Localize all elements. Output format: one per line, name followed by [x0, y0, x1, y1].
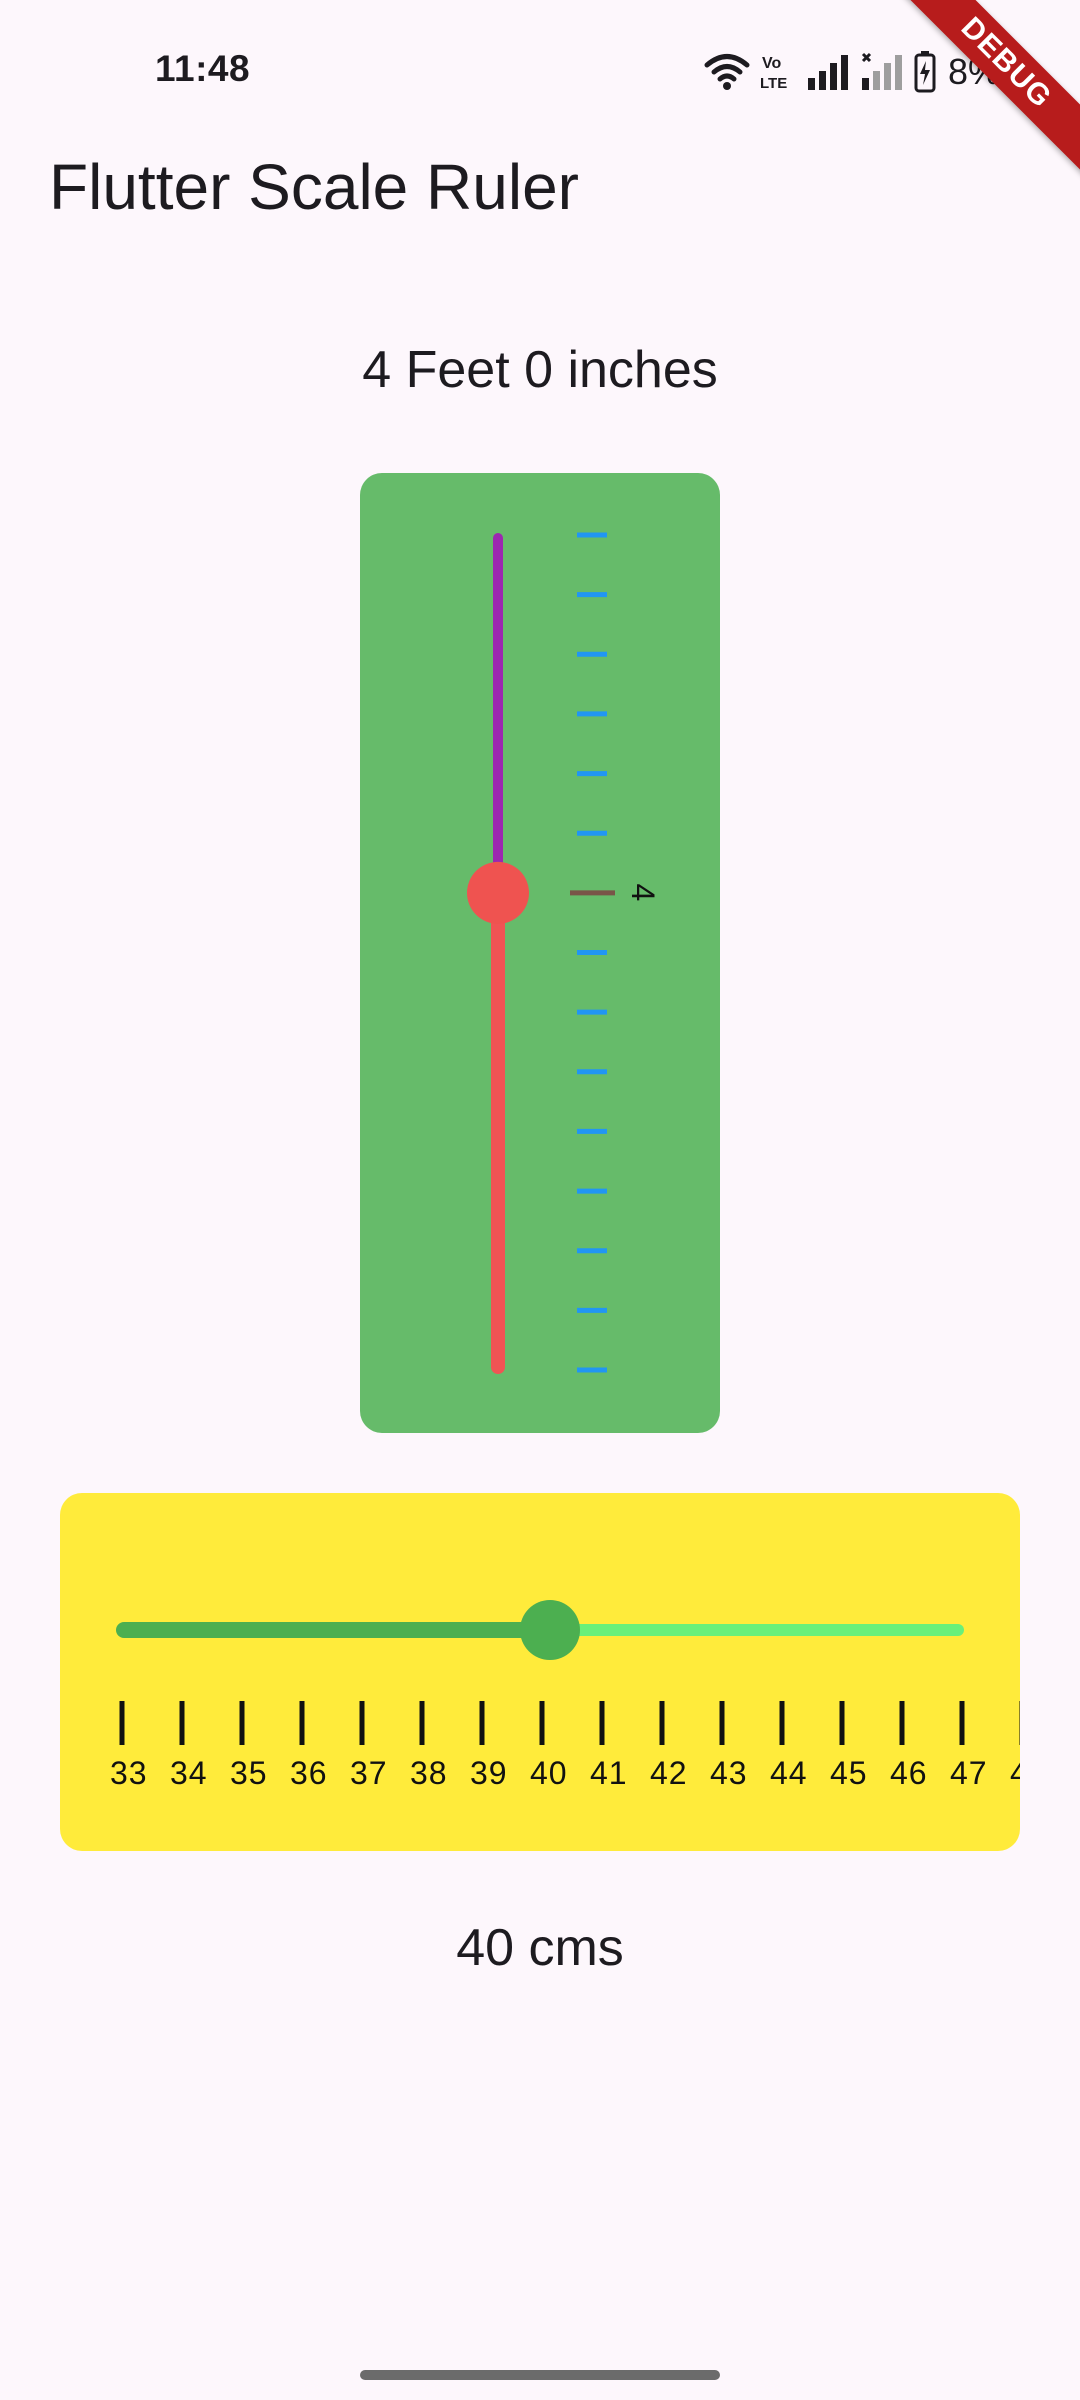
length-ruler-card: 33 34 35 36 37 38 39 40 41 42 43 44 45 46 47 4: [60, 1493, 1020, 1851]
status-icons: Vo LTE 8%: [704, 50, 1000, 94]
wifi-icon: [704, 52, 750, 92]
height-ruler-ticks: [570, 532, 615, 1373]
length-tick-label: 45: [830, 1755, 868, 1791]
length-tick-label: 35: [230, 1755, 268, 1791]
length-tick-label: 33: [110, 1755, 148, 1791]
svg-text:Vo: Vo: [762, 55, 781, 72]
signal-no-service-icon: [860, 52, 904, 92]
length-ruler-ticks: 33 34 35 36 37 38 39 40 41 42 43 44 45 46 47 4: [110, 1701, 1020, 1791]
length-tick-label: 44: [770, 1755, 808, 1791]
svg-text:LTE: LTE: [760, 75, 787, 92]
length-readout: 40 cms: [456, 1919, 624, 1977]
height-readout: 4 Feet 0 inches: [362, 341, 718, 399]
length-ruler-graphic[interactable]: 33 34 35 36 37 38 39 40 41 42 43 44 45 46 47 4: [60, 1493, 1020, 1851]
length-tick-label: 40: [530, 1755, 568, 1791]
length-tick-label: 42: [650, 1755, 688, 1791]
height-ruler-graphic[interactable]: 4: [360, 473, 720, 1433]
app-screen: 11:48 Vo LTE 8% DEBUG Flutter Scale Rule…: [0, 0, 1080, 2400]
signal-icon: [806, 52, 850, 92]
length-tick-label: 36: [290, 1755, 328, 1791]
status-time: 11:48: [155, 48, 251, 89]
length-tick-label: 39: [470, 1755, 508, 1791]
height-tick-label: 4: [625, 883, 661, 902]
length-slider-thumb[interactable]: [520, 1600, 580, 1660]
length-tick-label: 37: [350, 1755, 388, 1791]
length-tick-label: 34: [170, 1755, 208, 1791]
length-tick-label: 46: [890, 1755, 928, 1791]
length-tick-label: 43: [710, 1755, 748, 1791]
home-indicator[interactable]: [360, 2370, 720, 2380]
length-tick-label: 38: [410, 1755, 448, 1791]
length-tick-label: 4: [1010, 1755, 1020, 1791]
volte-icon: Vo LTE: [760, 52, 796, 92]
height-ruler-card: 4: [360, 473, 720, 1433]
length-tick-label: 41: [590, 1755, 628, 1791]
length-tick-label: 47: [950, 1755, 988, 1791]
battery-charging-icon: [914, 51, 936, 93]
height-slider-thumb[interactable]: [467, 861, 529, 924]
app-bar-title: Flutter Scale Ruler: [49, 151, 579, 223]
